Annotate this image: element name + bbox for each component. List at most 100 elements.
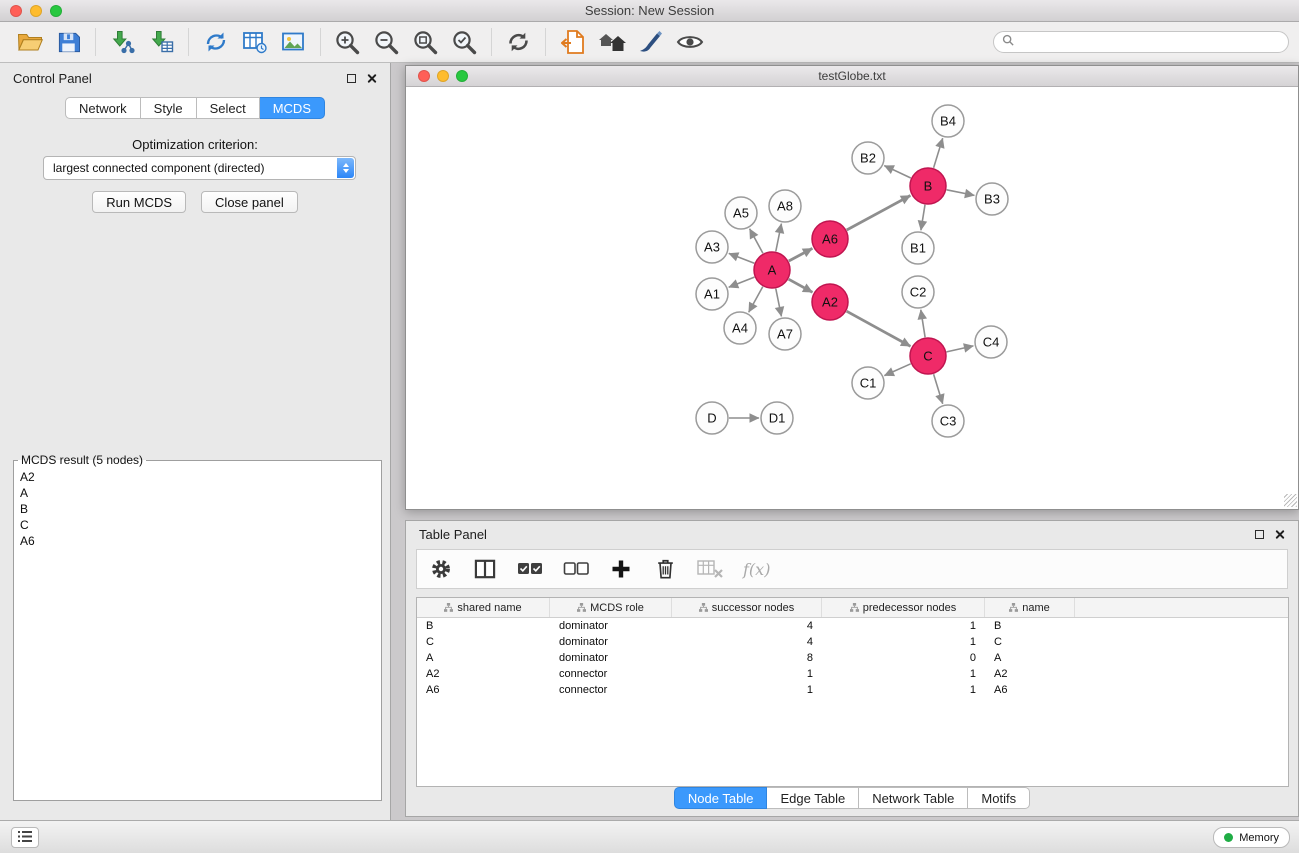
table-row[interactable]: Cdominator41C xyxy=(417,634,1288,650)
network-canvas-svg[interactable]: B4B2BB3A5A8A6B1A3AC2A1A2A4A7C4CC1C3DD1 xyxy=(406,87,1298,508)
save-icon[interactable] xyxy=(49,26,88,58)
run-mcds-button[interactable]: Run MCDS xyxy=(92,191,186,213)
result-item[interactable]: A2 xyxy=(20,469,381,485)
tab-style[interactable]: Style xyxy=(141,97,197,119)
graph-edge-A-A3[interactable] xyxy=(729,253,755,263)
show-hide-icon[interactable] xyxy=(670,26,709,58)
zoom-selected-icon[interactable] xyxy=(445,26,484,58)
import-network-icon[interactable] xyxy=(103,26,142,58)
graph-edge-B-B2[interactable] xyxy=(884,166,911,178)
graph-edge-A-A2[interactable] xyxy=(789,279,813,292)
task-history-button[interactable] xyxy=(11,827,39,848)
graph-edge-A2-C[interactable] xyxy=(847,311,911,346)
graph-edge-C-C4[interactable] xyxy=(947,346,974,352)
tab-network-table[interactable]: Network Table xyxy=(859,787,968,809)
column-header-name[interactable]: name xyxy=(985,598,1075,617)
network-zoom-button[interactable] xyxy=(456,70,468,82)
result-item[interactable]: A xyxy=(20,485,381,501)
search-box[interactable] xyxy=(993,31,1289,53)
result-item[interactable]: C xyxy=(20,517,381,533)
graph-edge-A-A6[interactable] xyxy=(789,248,813,261)
home-views-icon[interactable] xyxy=(592,26,631,58)
export-image-icon[interactable] xyxy=(274,26,313,58)
network-minimize-button[interactable] xyxy=(437,70,449,82)
graph-edge-A-A8[interactable] xyxy=(776,224,782,252)
graph-node-A[interactable]: A xyxy=(754,252,790,288)
graph-node-C2[interactable]: C2 xyxy=(902,276,934,308)
refresh-icon[interactable] xyxy=(499,26,538,58)
network-canvas[interactable]: B4B2BB3A5A8A6B1A3AC2A1A2A4A7C4CC1C3DD1 xyxy=(406,87,1298,508)
column-header-MCDS-role[interactable]: MCDS role xyxy=(550,598,672,617)
graph-edge-A-A4[interactable] xyxy=(749,287,763,313)
graph-node-C4[interactable]: C4 xyxy=(975,326,1007,358)
graph-edge-A-A5[interactable] xyxy=(750,229,763,254)
graph-edge-B-B4[interactable] xyxy=(934,138,943,168)
graph-node-A3[interactable]: A3 xyxy=(696,231,728,263)
add-row-icon[interactable] xyxy=(609,555,633,583)
tab-select[interactable]: Select xyxy=(197,97,260,119)
graph-node-A6[interactable]: A6 xyxy=(812,221,848,257)
new-network-icon[interactable] xyxy=(196,26,235,58)
float-table-panel-icon[interactable] xyxy=(1255,530,1264,539)
new-table-icon[interactable] xyxy=(235,26,274,58)
graph-node-A1[interactable]: A1 xyxy=(696,278,728,310)
graph-edge-B-B1[interactable] xyxy=(921,205,925,230)
zoom-out-icon[interactable] xyxy=(367,26,406,58)
zoom-fit-icon[interactable] xyxy=(406,26,445,58)
graph-node-B[interactable]: B xyxy=(910,168,946,204)
tab-network[interactable]: Network xyxy=(65,97,141,119)
result-item[interactable]: A6 xyxy=(20,533,381,549)
graph-edge-A-A1[interactable] xyxy=(729,277,755,287)
tab-node-table[interactable]: Node Table xyxy=(674,787,768,809)
column-header-predecessor-nodes[interactable]: predecessor nodes xyxy=(822,598,985,617)
zoom-in-icon[interactable] xyxy=(328,26,367,58)
column-header-shared-name[interactable]: shared name xyxy=(417,598,550,617)
close-table-panel-icon[interactable] xyxy=(1274,529,1285,540)
tab-motifs[interactable]: Motifs xyxy=(968,787,1030,809)
table-settings-icon[interactable] xyxy=(429,555,453,583)
graph-node-A7[interactable]: A7 xyxy=(769,318,801,350)
close-panel-button[interactable]: Close panel xyxy=(201,191,298,213)
resize-handle[interactable] xyxy=(1284,494,1297,507)
apply-style-icon[interactable] xyxy=(631,26,670,58)
graph-node-D1[interactable]: D1 xyxy=(761,402,793,434)
graph-node-A5[interactable]: A5 xyxy=(725,197,757,229)
table-row[interactable]: A2connector11A2 xyxy=(417,666,1288,682)
column-header-successor-nodes[interactable]: successor nodes xyxy=(672,598,822,617)
graph-edge-A6-B[interactable] xyxy=(847,196,911,231)
graph-node-A8[interactable]: A8 xyxy=(769,190,801,222)
graph-node-C3[interactable]: C3 xyxy=(932,405,964,437)
tab-mcds[interactable]: MCDS xyxy=(260,97,325,119)
graph-node-D[interactable]: D xyxy=(696,402,728,434)
graph-node-A4[interactable]: A4 xyxy=(724,312,756,344)
result-item[interactable]: B xyxy=(20,501,381,517)
graph-node-C[interactable]: C xyxy=(910,338,946,374)
table-row[interactable]: Adominator80A xyxy=(417,650,1288,666)
criterion-dropdown[interactable]: largest connected component (directed) xyxy=(43,156,356,180)
tab-edge-table[interactable]: Edge Table xyxy=(767,787,859,809)
manage-columns-icon[interactable] xyxy=(473,555,497,583)
graph-node-B2[interactable]: B2 xyxy=(852,142,884,174)
graph-edge-B-B3[interactable] xyxy=(947,190,975,196)
table-row[interactable]: A6connector11A6 xyxy=(417,682,1288,698)
graph-edge-C-C1[interactable] xyxy=(884,364,910,376)
graph-node-C1[interactable]: C1 xyxy=(852,367,884,399)
network-window-titlebar[interactable]: testGlobe.txt xyxy=(406,66,1298,87)
delete-row-icon[interactable] xyxy=(653,555,677,583)
close-window-button[interactable] xyxy=(10,5,22,17)
zoom-window-button[interactable] xyxy=(50,5,62,17)
annotation-document-icon[interactable] xyxy=(553,26,592,58)
search-input[interactable] xyxy=(1019,35,1280,49)
minimize-window-button[interactable] xyxy=(30,5,42,17)
graph-edge-A-A7[interactable] xyxy=(776,289,782,317)
memory-button[interactable]: Memory xyxy=(1213,827,1290,848)
open-folder-icon[interactable] xyxy=(10,26,49,58)
float-panel-icon[interactable] xyxy=(347,74,356,83)
graph-node-B3[interactable]: B3 xyxy=(976,183,1008,215)
network-close-button[interactable] xyxy=(418,70,430,82)
table-row[interactable]: Bdominator41B xyxy=(417,618,1288,634)
import-table-icon[interactable] xyxy=(142,26,181,58)
graph-edge-C-C2[interactable] xyxy=(921,310,925,337)
deselect-all-icon[interactable] xyxy=(563,555,589,583)
graph-node-B1[interactable]: B1 xyxy=(902,232,934,264)
